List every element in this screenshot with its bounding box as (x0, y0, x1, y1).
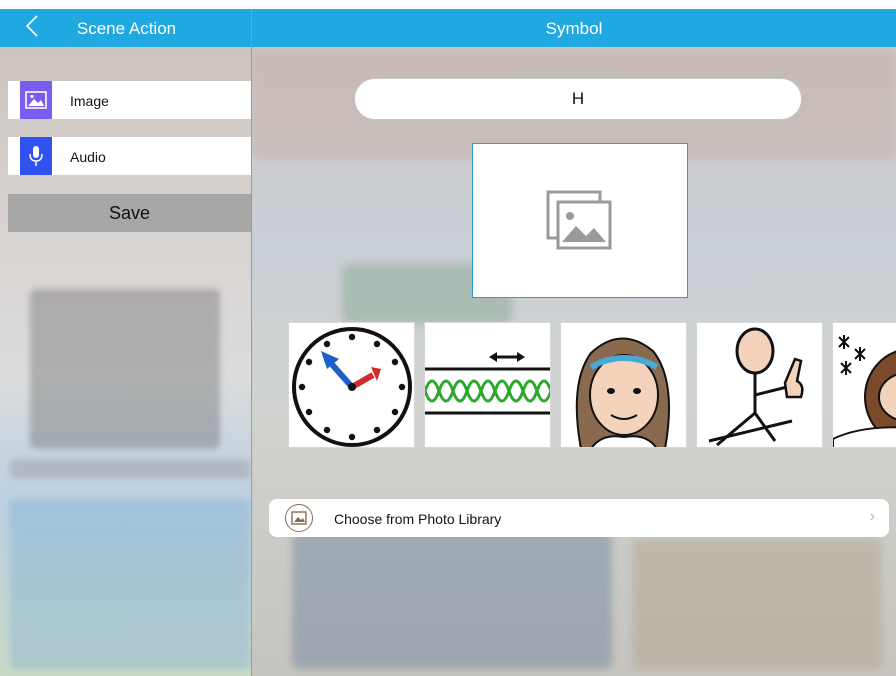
girl-face-symbol (575, 337, 670, 447)
scene-action-panel: Scene Action Image Audio Save (0, 9, 251, 676)
wave-frequency-symbol (425, 352, 550, 415)
choose-photo-library-row[interactable]: Choose from Photo Library › (269, 499, 889, 537)
right-header: Symbol (252, 9, 896, 47)
audio-action-label: Audio (70, 149, 106, 165)
image-icon (20, 81, 52, 119)
image-action-label: Image (70, 93, 109, 109)
blurred-background (30, 289, 220, 449)
blurred-background (632, 539, 882, 669)
winter-person-symbol (833, 335, 896, 447)
microphone-icon (20, 137, 52, 175)
person-pointing-symbol (708, 327, 804, 447)
symbol-panel: Symbol H Choose from Photo Library › (252, 9, 896, 676)
symbol-clock[interactable] (288, 322, 415, 448)
image-placeholder-icon (546, 190, 612, 249)
photo-library-label: Choose from Photo Library (334, 511, 502, 527)
panel-title: Symbol (545, 19, 603, 38)
photo-library-icon (285, 504, 313, 532)
save-button[interactable]: Save (8, 194, 251, 232)
symbol-preview[interactable] (472, 143, 688, 298)
symbol-winter[interactable] (832, 322, 896, 448)
blurred-background (10, 499, 250, 669)
clock-symbol (292, 327, 412, 447)
symbol-girl[interactable] (560, 322, 687, 448)
chevron-right-icon: › (869, 508, 875, 525)
symbol-person[interactable] (696, 322, 823, 448)
symbol-name-field[interactable]: H (354, 78, 802, 120)
panel-title: Scene Action (76, 19, 177, 38)
symbol-wave[interactable] (424, 322, 551, 448)
left-header: Scene Action (0, 9, 251, 47)
blurred-background (10, 459, 250, 479)
image-action-row[interactable]: Image (8, 81, 251, 119)
blurred-background (292, 529, 612, 669)
audio-action-row[interactable]: Audio (8, 137, 251, 175)
status-bar (0, 0, 896, 9)
